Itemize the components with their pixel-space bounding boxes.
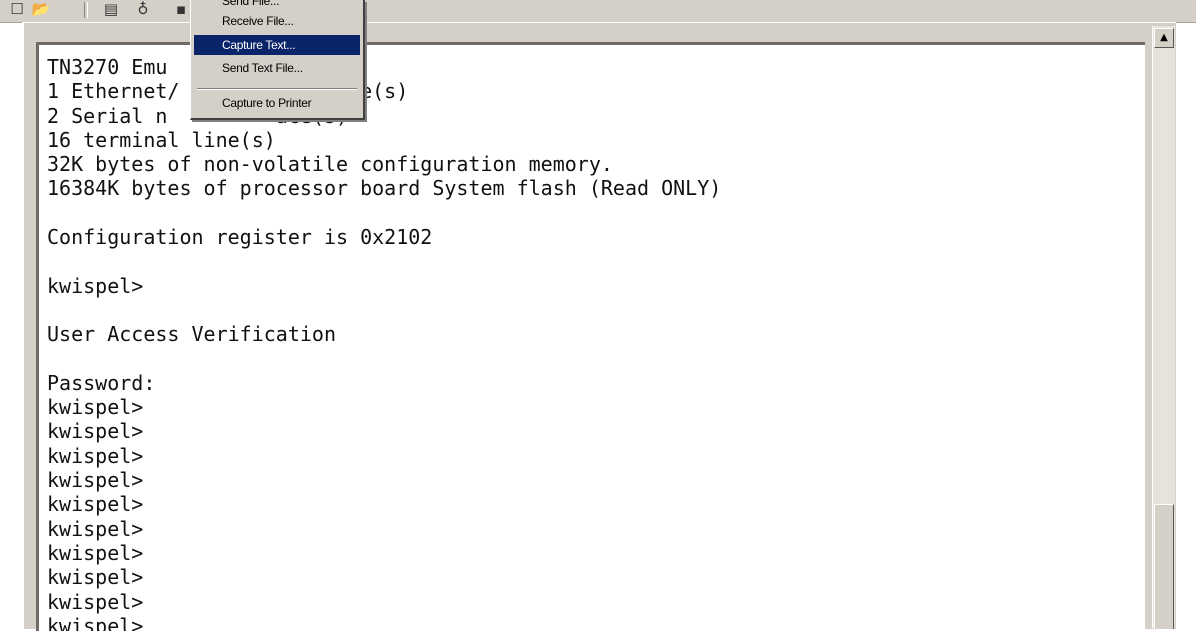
terminal-line: 32K bytes of non-volatile configuration … — [47, 152, 613, 177]
terminal-line: kwispel> — [47, 540, 144, 565]
terminal-line: TN3270 Emu re. — [47, 55, 312, 79]
terminal-line: 16 terminal line(s) — [47, 127, 276, 152]
terminal-line: kwispel> — [47, 273, 144, 298]
open-folder-icon[interactable]: 📂 — [30, 0, 52, 18]
menu-separator — [197, 88, 357, 90]
terminal-line: kwispel> — [47, 565, 144, 590]
terminal-output: TN3270 Emu re.1 Ethernet/ nterface(s)2 S… — [47, 55, 721, 631]
terminal-line: Password: — [47, 370, 156, 395]
transfer-menu: Send File... Receive File... Capture Tex… — [190, 0, 365, 120]
menu-item-capture-text[interactable]: Capture Text... — [194, 35, 360, 55]
menu-item-receive-file[interactable]: Receive File... — [194, 11, 360, 31]
menu-item-send-text-file[interactable]: Send Text File... — [194, 58, 360, 78]
properties-icon[interactable]: ▤ — [100, 0, 122, 18]
terminal-line: 1 Ethernet/ nterface(s) — [47, 79, 408, 104]
menu-item-capture-to-printer[interactable]: Capture to Printer — [194, 93, 360, 113]
toolbar-separator — [84, 2, 88, 18]
terminal-line: Configuration register is 0x2102 — [47, 225, 433, 250]
scroll-thumb[interactable] — [1154, 504, 1174, 629]
terminal-line: kwispel> — [47, 443, 144, 468]
terminal-line: kwispel> — [47, 468, 144, 493]
transfer-icon[interactable]: ▪ — [170, 0, 192, 18]
scroll-up-arrow-icon[interactable]: ▲ — [1154, 28, 1174, 48]
new-document-icon[interactable]: ☐ — [6, 0, 28, 18]
terminal-line: kwispel> — [47, 492, 144, 517]
terminal-line: kwispel> — [47, 395, 144, 420]
terminal-line: 2 Serial n ace(s) — [47, 103, 348, 128]
terminal-line: kwispel> — [47, 419, 144, 444]
toolbar: ☐ 📂 ▤ ♁ ▪ — [0, 0, 1196, 23]
terminal-line: 16384K bytes of processor board System f… — [47, 176, 722, 201]
terminal-line: kwispel> — [47, 589, 144, 614]
terminal-line: kwispel> — [47, 613, 144, 631]
menu-item-send-file[interactable]: Send File... — [194, 0, 360, 11]
terminal-screen[interactable]: TN3270 Emu re.1 Ethernet/ nterface(s)2 S… — [36, 42, 1145, 631]
disconnect-icon[interactable]: ♁ — [132, 0, 154, 18]
terminal-line: kwispel> — [47, 516, 144, 541]
terminal-line: User Access Verification — [47, 322, 336, 347]
